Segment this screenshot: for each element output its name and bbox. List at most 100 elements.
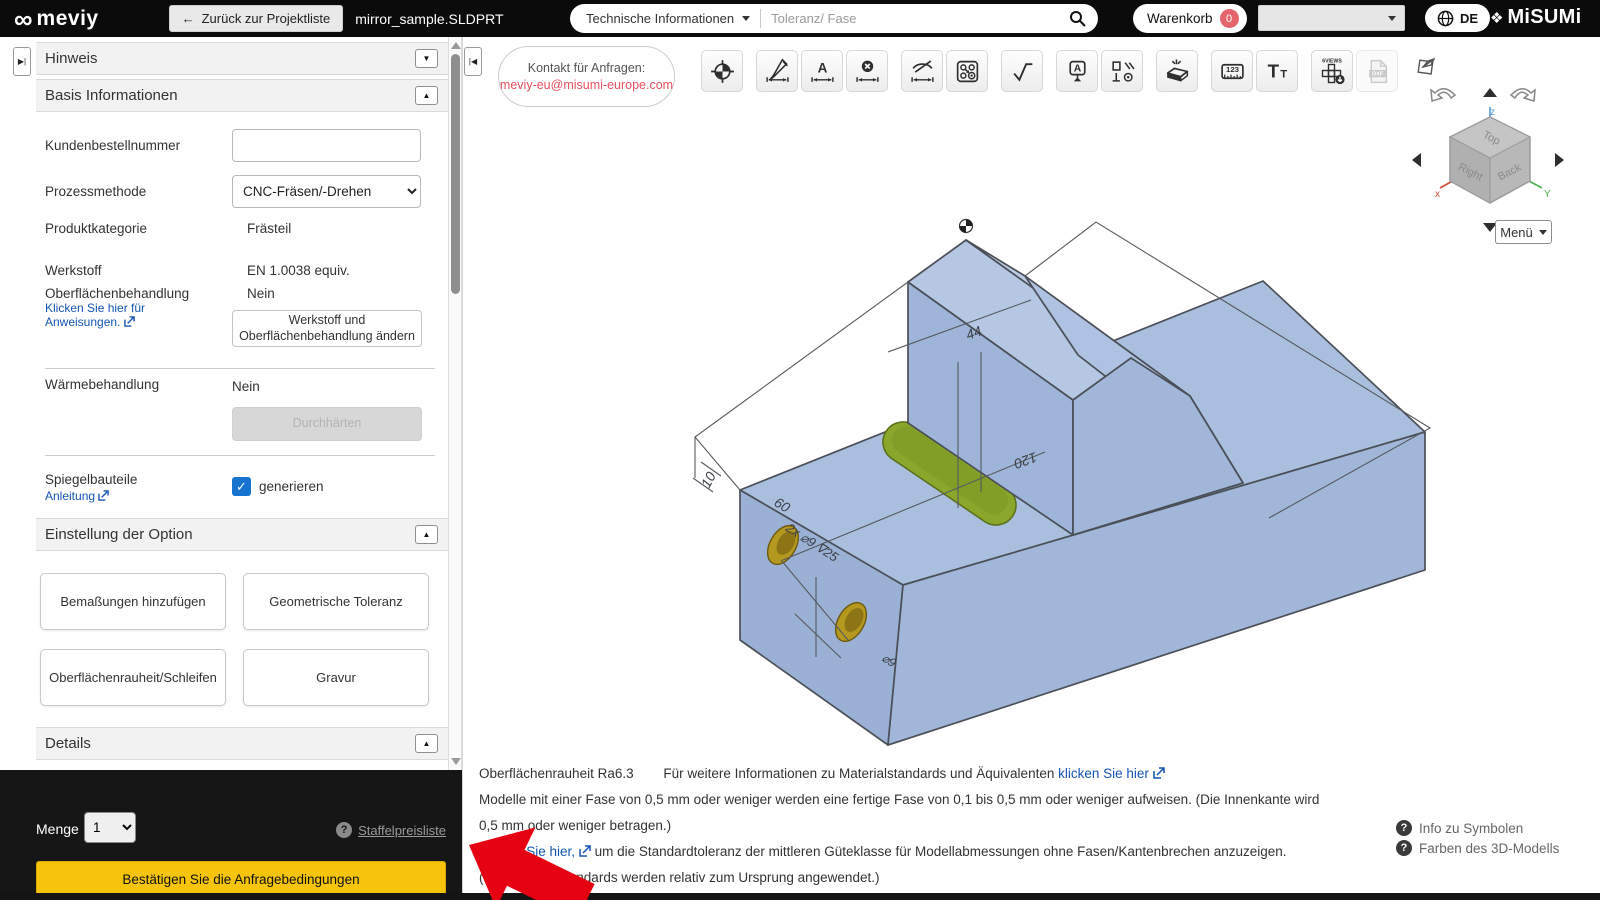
scrollbar-thumb[interactable] <box>451 54 460 294</box>
viewer-area: Kontakt für Anfragen: meviy-eu@misumi-eu… <box>462 37 1600 893</box>
contact-email[interactable]: meviy-eu@misumi-europe.com <box>500 78 673 92</box>
text-size-button[interactable]: T T <box>1256 50 1298 92</box>
model-colors-link[interactable]: ? Farben des 3D-Modells <box>1396 838 1559 858</box>
meviy-app: ∞ meviy ← Zurück zur Projektliste mirror… <box>0 0 1600 900</box>
origin-point-button[interactable] <box>701 50 743 92</box>
search-icon[interactable] <box>1069 10 1086 27</box>
generieren-label: generieren <box>259 479 324 494</box>
dxf-export-button[interactable]: DXF <box>1356 50 1398 92</box>
cube-right-arrow[interactable] <box>1555 153 1564 167</box>
3d-model-canvas[interactable]: 44 120 10 60 2x ⌀9 ∇25 ⌀9 <box>633 177 1443 747</box>
search-category-dropdown[interactable]: Technische Informationen <box>570 11 760 26</box>
dimension-add-button[interactable] <box>756 50 798 92</box>
menu-button[interactable]: Menü <box>1495 220 1552 244</box>
kundenbestellnummer-input[interactable] <box>232 129 421 162</box>
rotate-left-icon[interactable] <box>1430 88 1457 102</box>
symbol-info-link[interactable]: ? Info zu Symbolen <box>1396 818 1559 838</box>
collapse-icon[interactable]: ▲ <box>415 525 438 544</box>
sidebar-scrollbar[interactable] <box>448 37 462 770</box>
search-bar: Technische Informationen <box>570 4 1098 33</box>
misumi-cube-icon: ❖ <box>1490 9 1504 27</box>
cart-button[interactable]: Warenkorb 0 <box>1133 4 1247 33</box>
note-line-1: Oberflächenrauheit Ra6.3 Für weitere Inf… <box>479 761 1327 787</box>
value-oberflaechenbehandlung: Nein <box>247 286 275 301</box>
material-standards-link[interactable]: klicken Sie hier <box>1058 766 1165 781</box>
language-switcher[interactable]: DE <box>1425 4 1491 32</box>
contact-bubble: Kontakt für Anfragen: meviy-eu@misumi-eu… <box>498 46 675 107</box>
dxf-file-icon: DXF <box>1368 59 1387 83</box>
z-label: z <box>1490 107 1495 118</box>
durchhaerten-button[interactable]: Durchhärten <box>232 407 422 441</box>
bottom-bar <box>0 893 1600 900</box>
menge-select[interactable]: 1 <box>84 812 136 843</box>
geometrische-toleranz-button[interactable]: Geometrische Toleranz <box>243 573 429 630</box>
search-input[interactable] <box>761 11 1069 26</box>
anleitung-link[interactable]: Anleitung <box>45 489 110 503</box>
arrow-left-icon: ← <box>181 11 195 26</box>
external-link-icon <box>579 845 591 857</box>
meviy-logo-text: meviy <box>36 6 99 30</box>
geometric-tolerance-button[interactable] <box>1101 50 1143 92</box>
change-material-button[interactable]: Werkstoff und Oberflächenbehandlung ände… <box>232 310 422 347</box>
collapse-icon[interactable]: ▲ <box>415 734 438 753</box>
prozessmethode-select[interactable]: CNC-Fräsen/-Drehen <box>232 175 421 208</box>
divider <box>45 455 435 456</box>
surface-check-button[interactable] <box>1001 50 1043 92</box>
datum-button[interactable]: A <box>1056 50 1098 92</box>
dimension-text-icon: A <box>810 60 834 82</box>
back-to-projects-button[interactable]: ← Zurück zur Projektliste <box>168 5 344 32</box>
section-details[interactable]: Details ▲ <box>36 727 448 760</box>
dimension-delete-icon <box>855 60 879 82</box>
collapse-icon[interactable]: ▲ <box>415 86 438 105</box>
view-cube[interactable]: Top Right Back <box>1448 116 1532 205</box>
svg-text:A: A <box>817 60 827 75</box>
scroll-down-icon[interactable] <box>451 758 461 765</box>
standard-tolerance-link[interactable]: Klicken Sie hier, <box>479 844 591 859</box>
staffelpreisliste-link[interactable]: ? Staffelpreisliste <box>336 822 446 838</box>
cube-up-arrow[interactable] <box>1483 88 1497 97</box>
cart-count-badge: 0 <box>1219 9 1239 28</box>
sidebar-collapse-button[interactable]: ▶| <box>13 47 31 76</box>
dimension-delete-button[interactable] <box>846 50 888 92</box>
y-label: Y <box>1544 189 1551 200</box>
section-basis-informationen[interactable]: Basis Informationen ▲ <box>36 79 448 112</box>
svg-text:123: 123 <box>1226 65 1240 74</box>
rotate-right-icon[interactable] <box>1509 88 1536 102</box>
six-views-export-button[interactable]: 6VIEWS <box>1311 50 1353 92</box>
svg-text:6VIEWS: 6VIEWS <box>1322 59 1342 65</box>
scroll-up-icon[interactable] <box>451 42 461 49</box>
measure-123-button[interactable]: 123 <box>1211 50 1253 92</box>
section-einstellung-option[interactable]: Einstellung der Option ▲ <box>36 518 448 551</box>
header-dropdown[interactable] <box>1258 5 1405 31</box>
generieren-checkbox[interactable]: ✓ <box>232 477 251 496</box>
geometric-tolerance-icon <box>1111 60 1135 82</box>
globe-icon <box>1437 10 1454 26</box>
dimension-text-button[interactable]: A <box>801 50 843 92</box>
top-bar: ∞ meviy ← Zurück zur Projektliste mirror… <box>0 0 1600 37</box>
left-panel: ▶| Hinweis ▼ Basis Informationen ▲ Kunde… <box>0 37 462 898</box>
bemassungen-button[interactable]: Bemaßungen hinzufügen <box>40 573 226 630</box>
hole-recognition-button[interactable] <box>946 50 988 92</box>
surface-check-icon <box>1012 62 1032 82</box>
chevron-down-icon <box>1388 15 1396 21</box>
label-waermebehandlung: Wärmebehandlung <box>45 377 160 392</box>
oberflaechenrauheit-button[interactable]: Oberflächenrauheit/Schleifen <box>40 649 226 706</box>
gravur-button[interactable]: Gravur <box>243 649 429 706</box>
external-link-icon <box>1152 767 1165 779</box>
label-kundenbestellnummer: Kundenbestellnummer <box>45 138 181 153</box>
panel-collapse-button[interactable]: |◀ <box>464 47 482 76</box>
dimension-hide-button[interactable] <box>901 50 943 92</box>
label-spiegelbauteile: Spiegelbauteile <box>45 472 138 487</box>
value-werkstoff: EN 1.0038 equiv. <box>247 263 350 278</box>
help-icon: ? <box>1396 840 1412 856</box>
sidebar-footer: Menge 1 ? Staffelpreisliste Bestätigen S… <box>0 770 462 898</box>
meviy-logo[interactable]: ∞ meviy <box>14 6 99 32</box>
engraving-button[interactable] <box>1156 50 1198 92</box>
section-hinweis[interactable]: Hinweis ▼ <box>36 42 448 75</box>
cube-left-arrow[interactable] <box>1412 153 1421 167</box>
label-produktkategorie: Produktkategorie <box>45 221 148 236</box>
label-werkstoff: Werkstoff <box>45 263 102 278</box>
expand-icon[interactable]: ▼ <box>415 49 438 68</box>
anweisungen-link[interactable]: Klicken Sie hier für Anweisungen. <box>45 301 210 329</box>
chevron-down-icon <box>1538 229 1547 235</box>
